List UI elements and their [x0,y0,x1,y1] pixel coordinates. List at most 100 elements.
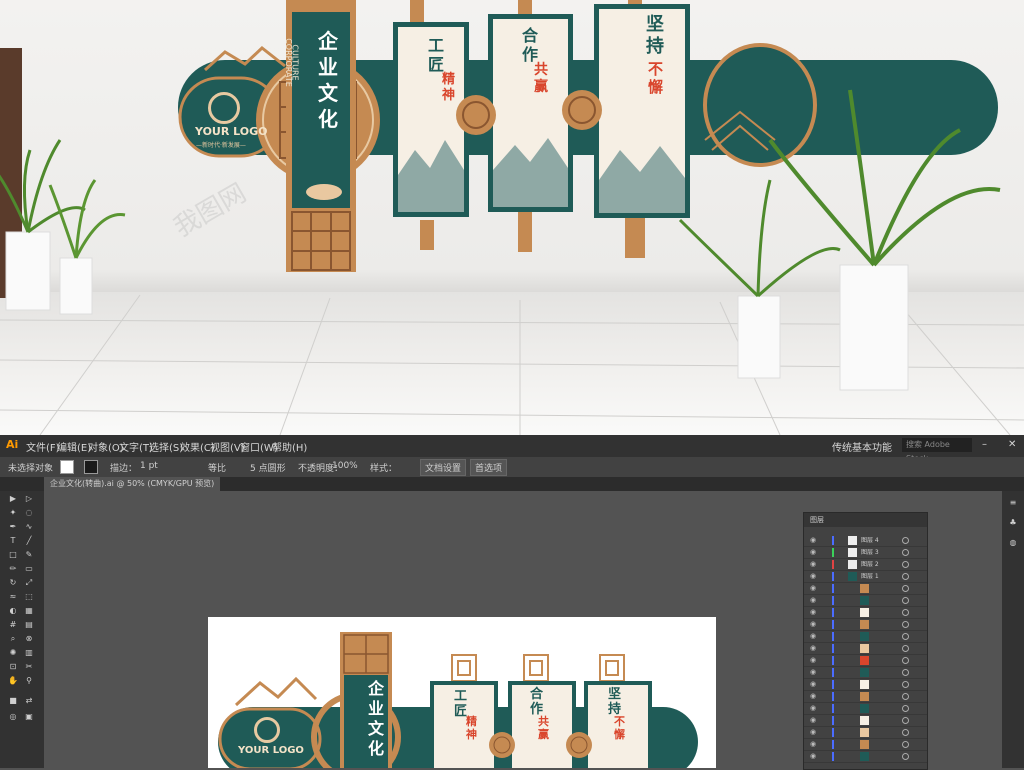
slice-tool-icon[interactable]: ✂ [24,663,34,671]
preferences-button[interactable]: 首选项 [470,459,508,476]
target-icon[interactable] [902,597,909,604]
artboard-tool-icon[interactable]: ⊡ [8,663,18,671]
stroke-profile-select[interactable]: 等比 [208,461,226,474]
type-tool-icon[interactable]: T [8,537,18,545]
visibility-eye-icon[interactable]: ◉ [810,571,816,582]
sublayer-row[interactable]: ◉ [804,715,927,727]
minimize-icon[interactable]: – [982,439,987,450]
brush-select[interactable]: 5 点圆形 [250,461,286,474]
visibility-eye-icon[interactable]: ◉ [810,739,816,750]
sublayer-row[interactable]: ◉ [804,691,927,703]
lasso-icon[interactable]: ◌ [24,509,34,517]
blend-tool-icon[interactable]: ⊗ [24,635,34,643]
sublayer-row[interactable]: ◉ [804,607,927,619]
target-icon[interactable] [902,693,909,700]
magic-wand-icon[interactable]: ✦ [8,509,18,517]
target-icon[interactable] [902,717,909,724]
target-icon[interactable] [902,609,909,616]
visibility-eye-icon[interactable]: ◉ [810,727,816,738]
sublayer-row[interactable]: ◉ [804,631,927,643]
visibility-eye-icon[interactable]: ◉ [810,751,816,762]
visibility-eye-icon[interactable]: ◉ [810,655,816,666]
curvature-tool-icon[interactable]: ∿ [24,523,34,531]
symbol-sprayer-icon[interactable]: ✺ [8,649,18,657]
target-icon[interactable] [902,741,909,748]
selection-tool-icon[interactable]: ▶ [8,495,18,503]
layers-panel-title[interactable]: 图层 [804,513,927,527]
target-icon[interactable] [902,753,909,760]
libraries-icon[interactable]: ♣ [1008,519,1018,527]
visibility-eye-icon[interactable]: ◉ [810,607,816,618]
eraser-icon[interactable]: ▭ [24,565,34,573]
drawing-mode-icon[interactable]: ◎ [8,713,18,721]
visibility-eye-icon[interactable]: ◉ [810,643,816,654]
paintbrush-icon[interactable]: ✎ [24,551,34,559]
target-icon[interactable] [902,585,909,592]
stroke-weight-input[interactable]: 1 pt [140,461,158,471]
sublayer-row[interactable]: ◉ [804,595,927,607]
line-tool-icon[interactable]: ╱ [24,537,34,545]
sublayer-row[interactable]: ◉ [804,679,927,691]
sublayer-row[interactable]: ◉ [804,643,927,655]
shape-builder-icon[interactable]: ◐ [8,607,18,615]
sublayer-row[interactable]: ◉ [804,583,927,595]
sublayer-row[interactable]: ◉ [804,727,927,739]
sublayer-row[interactable]: ◉ [804,751,927,763]
perspective-grid-icon[interactable]: ▦ [24,607,34,615]
menu-edit[interactable]: 编辑(E) [57,439,91,454]
target-icon[interactable] [902,573,909,580]
close-icon[interactable]: ✕ [1008,439,1016,450]
target-icon[interactable] [902,633,909,640]
pencil-icon[interactable]: ✏ [8,565,18,573]
sublayer-row[interactable]: ◉ [804,703,927,715]
sublayer-row[interactable]: ◉ [804,655,927,667]
warp-tool-icon[interactable]: ≈ [8,593,18,601]
swap-colors-icon[interactable]: ⇄ [24,697,34,705]
target-icon[interactable] [902,729,909,736]
layer-row[interactable]: ◉ 图层 3 [804,547,927,559]
direct-selection-tool-icon[interactable]: ▷ [24,495,34,503]
mesh-tool-icon[interactable]: # [8,621,18,629]
document-setup-button[interactable]: 文档设置 [420,459,467,476]
free-transform-icon[interactable]: ⬚ [24,593,34,601]
visibility-eye-icon[interactable]: ◉ [810,667,816,678]
visibility-eye-icon[interactable]: ◉ [810,631,816,642]
layer-row[interactable]: ◉ 图层 4 [804,535,927,547]
visibility-eye-icon[interactable]: ◉ [810,547,816,558]
target-icon[interactable] [902,537,909,544]
visibility-eye-icon[interactable]: ◉ [810,619,816,630]
fill-swatch[interactable] [60,460,74,474]
menu-help[interactable]: 帮助(H) [272,439,307,454]
graph-tool-icon[interactable]: ▥ [24,649,34,657]
target-icon[interactable] [902,621,909,628]
target-icon[interactable] [902,645,909,652]
layer-row[interactable]: ◉ 图层 1 [804,571,927,583]
visibility-eye-icon[interactable]: ◉ [810,691,816,702]
visibility-eye-icon[interactable]: ◉ [810,679,816,690]
artboard[interactable]: YOUR LOGO 企业文化 工匠 精神 合作 共赢 坚持 不懈 [208,617,716,768]
pen-tool-icon[interactable]: ✒ [8,523,18,531]
hand-tool-icon[interactable]: ✋ [8,677,18,685]
opacity-input[interactable]: 100% [332,461,358,471]
stock-search-input[interactable]: 搜索 Adobe Stock [902,438,972,463]
eyedropper-icon[interactable]: ⌕ [8,635,18,643]
menu-select[interactable]: 选择(S) [149,439,183,454]
target-icon[interactable] [902,561,909,568]
target-icon[interactable] [902,549,909,556]
scale-tool-icon[interactable]: ⤢ [24,579,34,587]
rectangle-tool-icon[interactable]: □ [8,551,18,559]
layer-row[interactable]: ◉ 图层 2 [804,559,927,571]
gradient-tool-icon[interactable]: ▤ [24,621,34,629]
target-icon[interactable] [902,705,909,712]
target-icon[interactable] [902,657,909,664]
zoom-tool-icon[interactable]: ⚲ [24,677,34,685]
sublayer-row[interactable]: ◉ [804,667,927,679]
document-tab[interactable]: 企业文化(转曲).ai @ 50% (CMYK/GPU 预览) [44,477,221,491]
visibility-eye-icon[interactable]: ◉ [810,559,816,570]
target-icon[interactable] [902,681,909,688]
screen-mode-icon[interactable]: ▣ [24,713,34,721]
visibility-eye-icon[interactable]: ◉ [810,703,816,714]
target-icon[interactable] [902,669,909,676]
visibility-eye-icon[interactable]: ◉ [810,715,816,726]
sublayer-row[interactable]: ◉ [804,739,927,751]
